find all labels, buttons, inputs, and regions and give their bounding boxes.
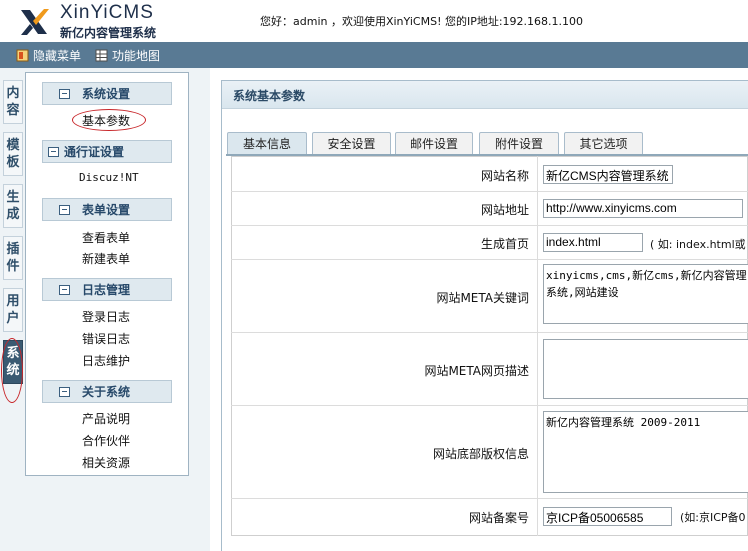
logo-text: XinYiCMS [60,2,154,23]
hide-menu-button[interactable]: 隐藏菜单 [16,47,81,64]
menu-item-error-log[interactable]: 错误日志 [82,330,130,347]
welcome-message: 您好：admin ，欢迎使用XinYiCMS! 您的IP地址:192.168.1… [260,15,584,28]
icp-hint: (如:京ICP备0 [680,511,746,524]
collapse-icon [48,146,59,157]
tab-other-options[interactable]: 其它选项 [564,132,643,154]
form-column-divider [537,156,538,536]
meta-desc-textarea[interactable] [543,339,748,399]
vtab-content[interactable]: 内容 [3,80,23,124]
home-page-label: 生成首页 [480,237,529,251]
hide-menu-label: 隐藏菜单 [33,49,82,63]
form-row-divider [231,225,748,226]
tab-email[interactable]: 邮件设置 [395,132,473,154]
menu-item-new-form[interactable]: 新建表单 [82,250,130,267]
collapse-icon [59,204,70,215]
collapse-icon [59,88,70,99]
highlight-oval-basic-params [72,109,146,131]
logo-subtitle: 新亿内容管理系统 [60,26,157,40]
content-footer [222,536,748,551]
menu-item-discuz[interactable]: Discuz!NT [79,171,139,184]
copyright-label: 网站底部版权信息 [432,447,529,461]
icp-input[interactable]: 京ICP备05006585 [543,507,672,526]
collapse-icon [59,284,70,295]
site-name-label: 网站名称 [480,169,529,183]
site-map-button[interactable]: 功能地图 [95,47,160,64]
menu-item-login-log[interactable]: 登录日志 [82,308,130,325]
menu-section-logs[interactable]: 日志管理 [42,278,172,301]
copyright-textarea[interactable]: 新亿内容管理系统 2009-2011 [543,411,748,493]
meta-keywords-label: 网站META关键词 [436,291,529,305]
menu-section-title: 日志管理 [82,283,131,297]
home-page-hint: ( 如: index.html或 [650,238,746,251]
site-map-label: 功能地图 [112,49,161,63]
menu-section-passport[interactable]: 通行证设置 [42,140,172,163]
site-name-input[interactable]: 新亿CMS内容管理系统 [543,165,673,184]
vtab-template[interactable]: 模板 [3,132,23,176]
menu-item-view-forms[interactable]: 查看表单 [82,229,130,246]
menu-section-system-settings[interactable]: 系统设置 [42,82,172,105]
home-page-input[interactable]: index.html [543,233,643,252]
form-row-divider [231,405,748,406]
menu-item-resources[interactable]: 相关资源 [82,454,130,471]
site-url-label: 网站地址 [480,203,529,217]
tab-security[interactable]: 安全设置 [312,132,391,154]
logo-x-icon [21,9,49,35]
form-row-divider [231,191,748,192]
menu-item-log-maintenance[interactable]: 日志维护 [82,352,130,369]
form-row-divider [231,332,748,333]
menu-section-title: 表单设置 [82,203,131,217]
highlight-oval-system-tab [1,338,23,403]
icp-label: 网站备案号 [468,511,529,525]
menu-section-title: 系统设置 [82,87,131,101]
menu-section-forms[interactable]: 表单设置 [42,198,172,221]
vtab-plugin[interactable]: 插件 [3,236,23,280]
tab-basic-info[interactable]: 基本信息 [227,132,307,154]
collapse-icon [59,386,70,397]
menu-section-title: 关于系统 [82,385,131,399]
meta-keywords-textarea[interactable]: xinyicms,cms,新亿cms,新亿内容管理系统,网站建设 [543,264,748,324]
menu-section-title: 通行证设置 [64,145,125,159]
form-row-divider [231,259,748,260]
menu-section-about[interactable]: 关于系统 [42,380,172,403]
tab-attachments[interactable]: 附件设置 [479,132,559,154]
meta-desc-label: 网站META网页描述 [424,364,529,378]
vtab-generate[interactable]: 生成 [3,184,23,228]
vtab-user[interactable]: 用户 [3,288,23,332]
menu-item-product-info[interactable]: 产品说明 [82,410,130,427]
menu-item-partners[interactable]: 合作伙伴 [82,432,130,449]
site-url-input[interactable]: http://www.xinyicms.com [543,199,743,218]
hide-menu-icon [16,49,29,62]
form-row-divider [231,498,748,499]
grid-icon [95,49,108,62]
section-title: 系统基本参数 [233,89,306,103]
